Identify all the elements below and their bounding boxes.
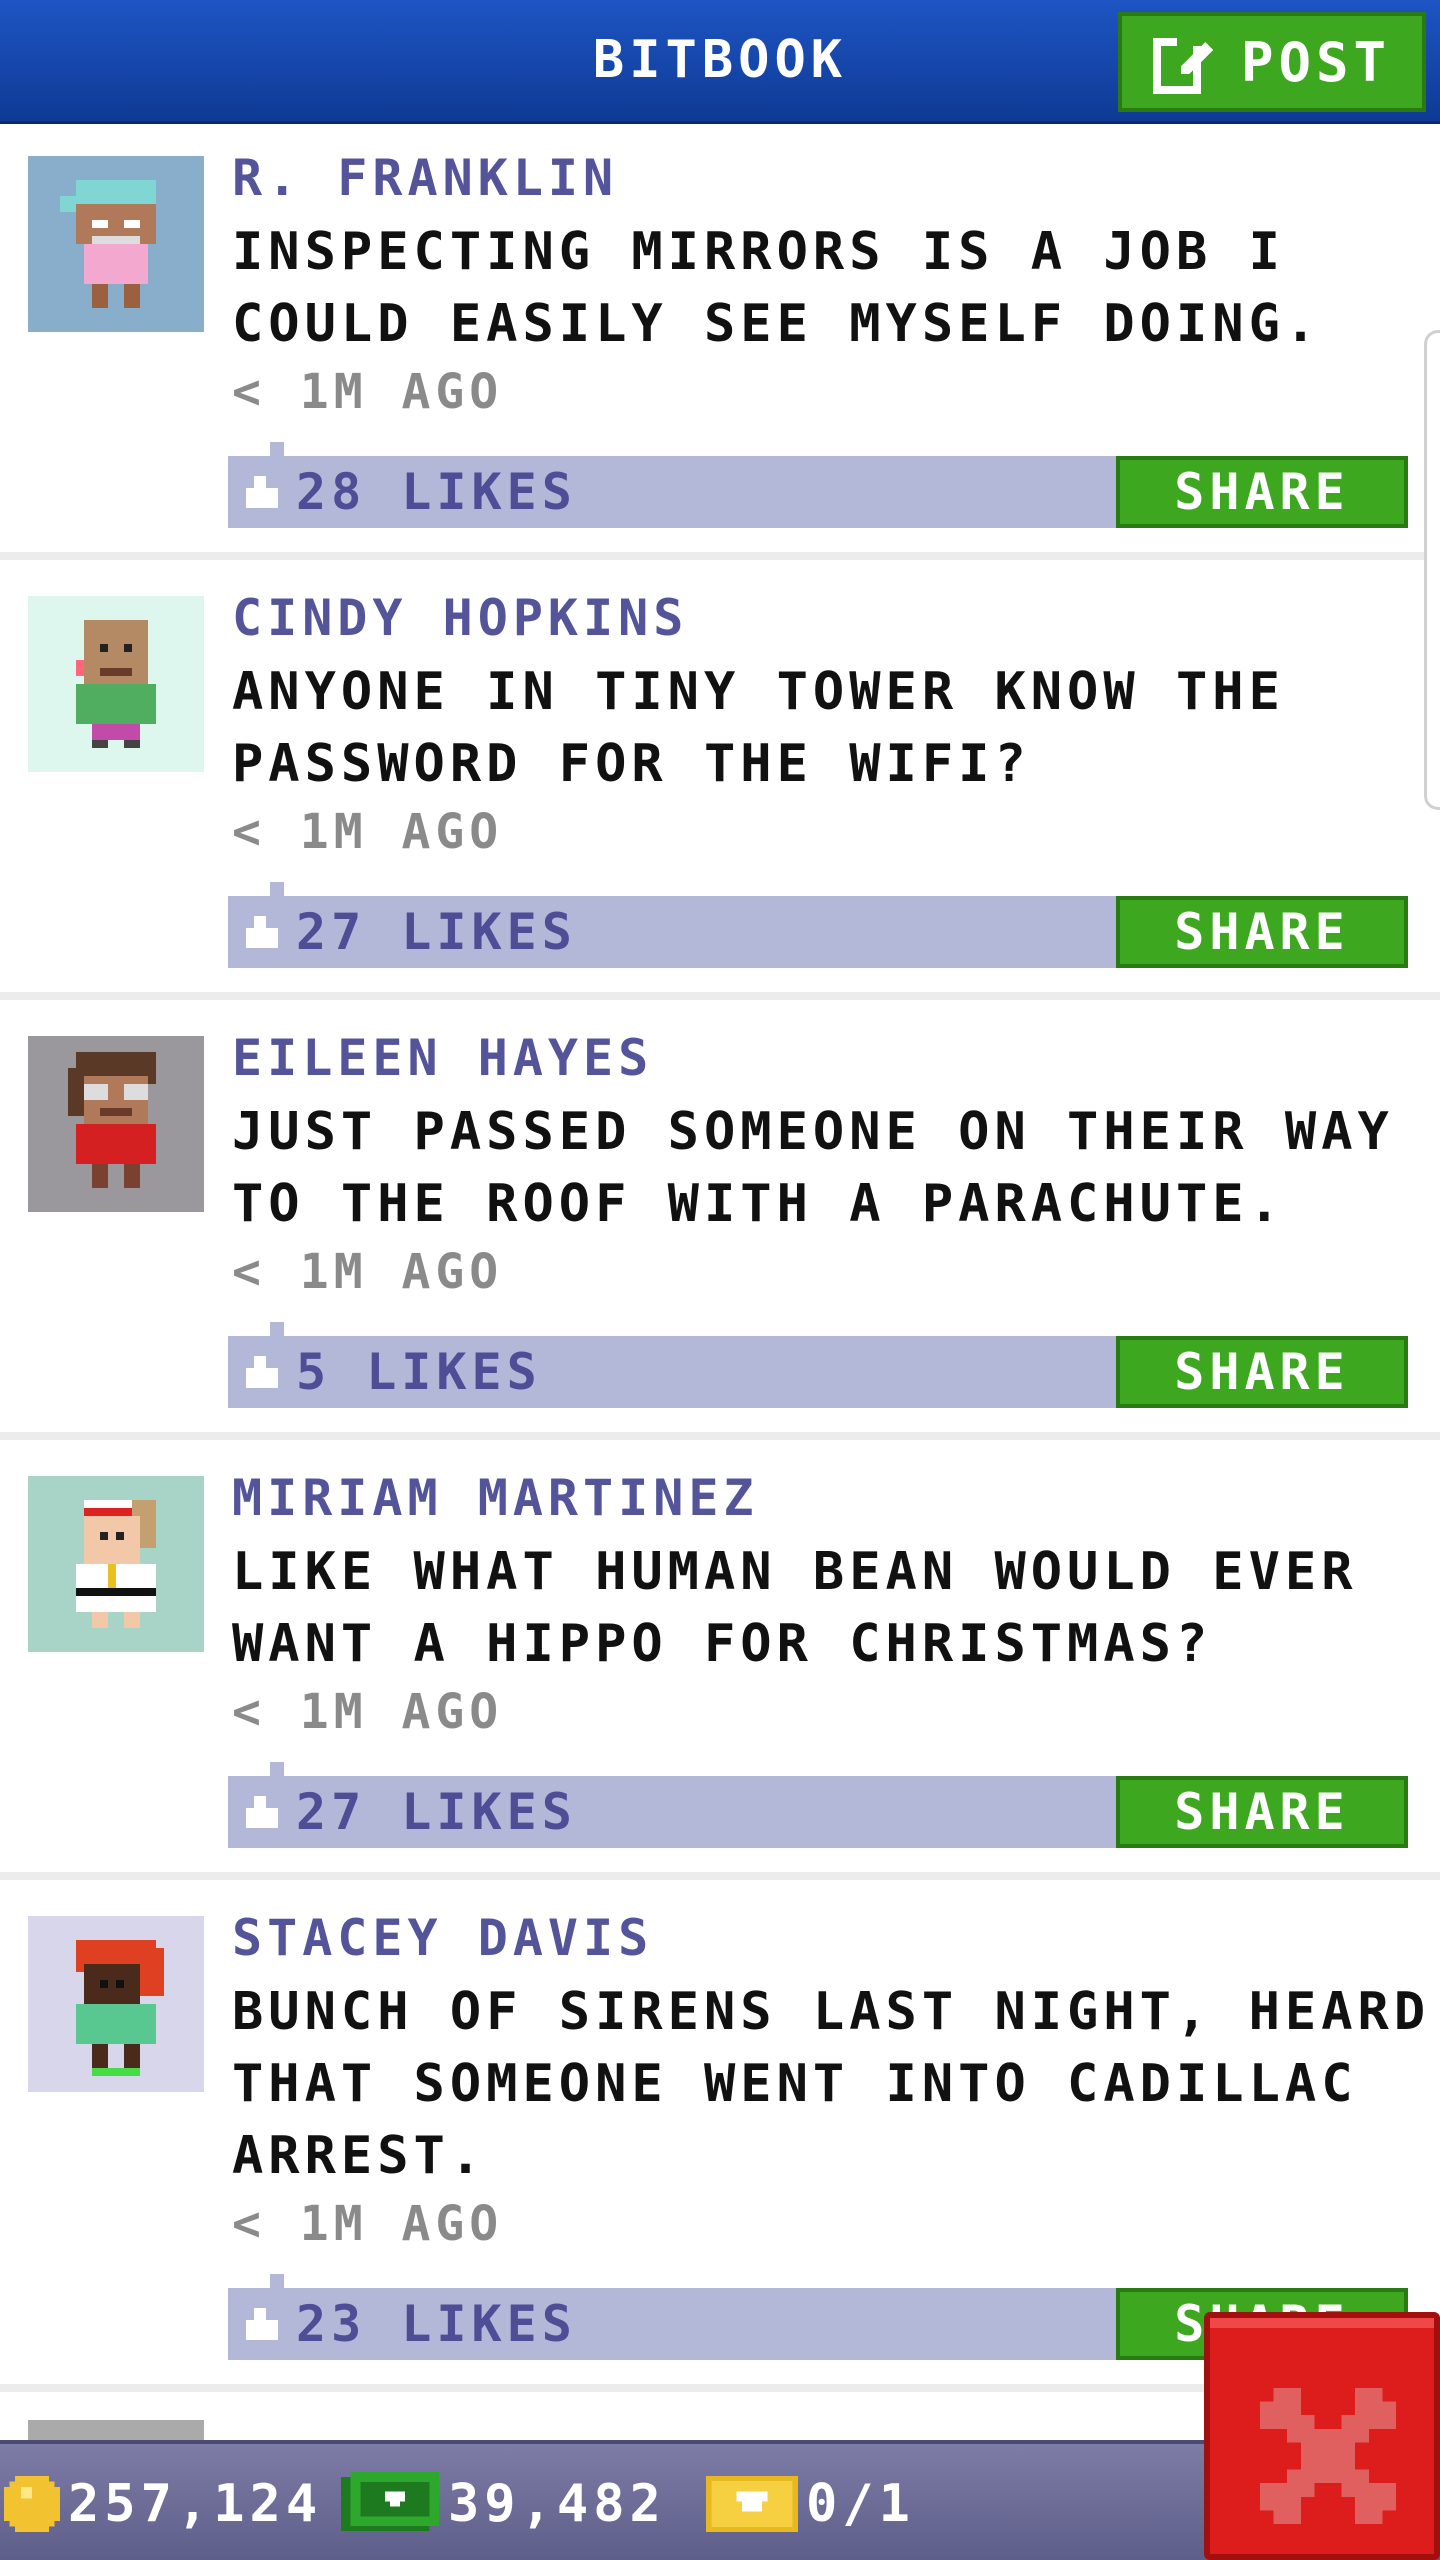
- share-button[interactable]: SHARE: [1116, 456, 1408, 528]
- post-button[interactable]: POST: [1118, 12, 1426, 112]
- thumbs-up-icon: [242, 912, 282, 952]
- likes-count: 5 LIKES: [296, 1343, 542, 1401]
- like-button[interactable]: 27 LIKES SHARE: [228, 896, 1408, 968]
- likes-count: 28 LIKES: [296, 463, 577, 521]
- coins-stat: 257,124: [4, 2444, 322, 2560]
- header-bar: BITBOOK POST: [0, 0, 1440, 124]
- post-author: MIRIAM MARTINEZ: [232, 1469, 759, 1527]
- bux-icon: [340, 2472, 440, 2536]
- post-button-label: POST: [1240, 30, 1392, 94]
- like-button[interactable]: 28 LIKES SHARE: [228, 456, 1408, 528]
- feed-post: MIRIAM MARTINEZ LIKE WHAT HUMAN BEAN WOU…: [0, 1444, 1440, 1880]
- bitizen-cap-avatar-icon: [28, 156, 204, 332]
- like-bar-tab: [270, 1762, 284, 1776]
- share-button[interactable]: SHARE: [1116, 1776, 1408, 1848]
- close-icon: [1260, 2388, 1396, 2524]
- coin-icon: [4, 2476, 60, 2532]
- post-timestamp: < 1M AGO: [232, 804, 504, 860]
- post-message: BUNCH OF SIRENS LAST NIGHT, HEARD THAT S…: [232, 1982, 1431, 2186]
- feed-post: R. FRANKLIN INSPECTING MIRRORS IS A JOB …: [0, 124, 1440, 560]
- bux-stat: 39,482: [340, 2444, 666, 2560]
- post-timestamp: < 1M AGO: [232, 2196, 504, 2252]
- bitizen-avatar-icon: [28, 596, 204, 772]
- post-timestamp: < 1M AGO: [232, 1684, 504, 1740]
- like-bar-tab: [270, 442, 284, 456]
- likes-count: 23 LIKES: [296, 2295, 577, 2353]
- post-message: LIKE WHAT HUMAN BEAN WOULD EVER WANT A H…: [232, 1542, 1358, 1674]
- post-timestamp: < 1M AGO: [232, 1244, 504, 1300]
- bitizen-karate-avatar-icon: [28, 1476, 204, 1652]
- compose-icon: [1152, 30, 1217, 94]
- share-button[interactable]: SHARE: [1116, 1336, 1408, 1408]
- coins-value: 257,124: [68, 2474, 323, 2534]
- share-button[interactable]: SHARE: [1116, 896, 1408, 968]
- bitizen-redhair-avatar-icon: [28, 1916, 204, 2092]
- ticket-icon: [706, 2476, 798, 2532]
- scroll-indicator[interactable]: [1424, 330, 1440, 810]
- like-button[interactable]: 5 LIKES SHARE: [228, 1336, 1408, 1408]
- post-message: ANYONE IN TINY TOWER KNOW THE PASSWORD F…: [232, 662, 1285, 794]
- likes-count: 27 LIKES: [296, 903, 577, 961]
- post-author: STACEY DAVIS: [232, 1909, 654, 1967]
- thumbs-up-icon: [242, 2304, 282, 2344]
- like-bar-tab: [270, 1322, 284, 1336]
- feed-post: CINDY HOPKINS ANYONE IN TINY TOWER KNOW …: [0, 564, 1440, 1000]
- tickets-stat: 0/1: [706, 2444, 915, 2560]
- tickets-value: 0/1: [806, 2474, 915, 2534]
- bux-value: 39,482: [448, 2474, 666, 2534]
- like-bar-tab: [270, 2274, 284, 2288]
- likes-count: 27 LIKES: [296, 1783, 577, 1841]
- post-message: JUST PASSED SOMEONE ON THEIR WAY TO THE …: [232, 1102, 1394, 1234]
- thumbs-up-icon: [242, 472, 282, 512]
- post-author: EILEEN HAYES: [232, 1029, 654, 1087]
- bitizen-glasses-avatar-icon: [28, 1036, 204, 1212]
- like-bar-tab: [270, 882, 284, 896]
- thumbs-up-icon: [242, 1352, 282, 1392]
- close-button[interactable]: [1204, 2312, 1440, 2560]
- avatar-partial: [28, 2420, 204, 2440]
- post-message: INSPECTING MIRRORS IS A JOB I COULD EASI…: [232, 222, 1322, 354]
- post-timestamp: < 1M AGO: [232, 364, 504, 420]
- like-button[interactable]: 27 LIKES SHARE: [228, 1776, 1408, 1848]
- post-author: R. FRANKLIN: [232, 149, 619, 207]
- post-author: CINDY HOPKINS: [232, 589, 689, 647]
- thumbs-up-icon: [242, 1792, 282, 1832]
- bitbook-feed[interactable]: R. FRANKLIN INSPECTING MIRRORS IS A JOB …: [0, 124, 1440, 2440]
- feed-post: EILEEN HAYES JUST PASSED SOMEONE ON THEI…: [0, 1004, 1440, 1440]
